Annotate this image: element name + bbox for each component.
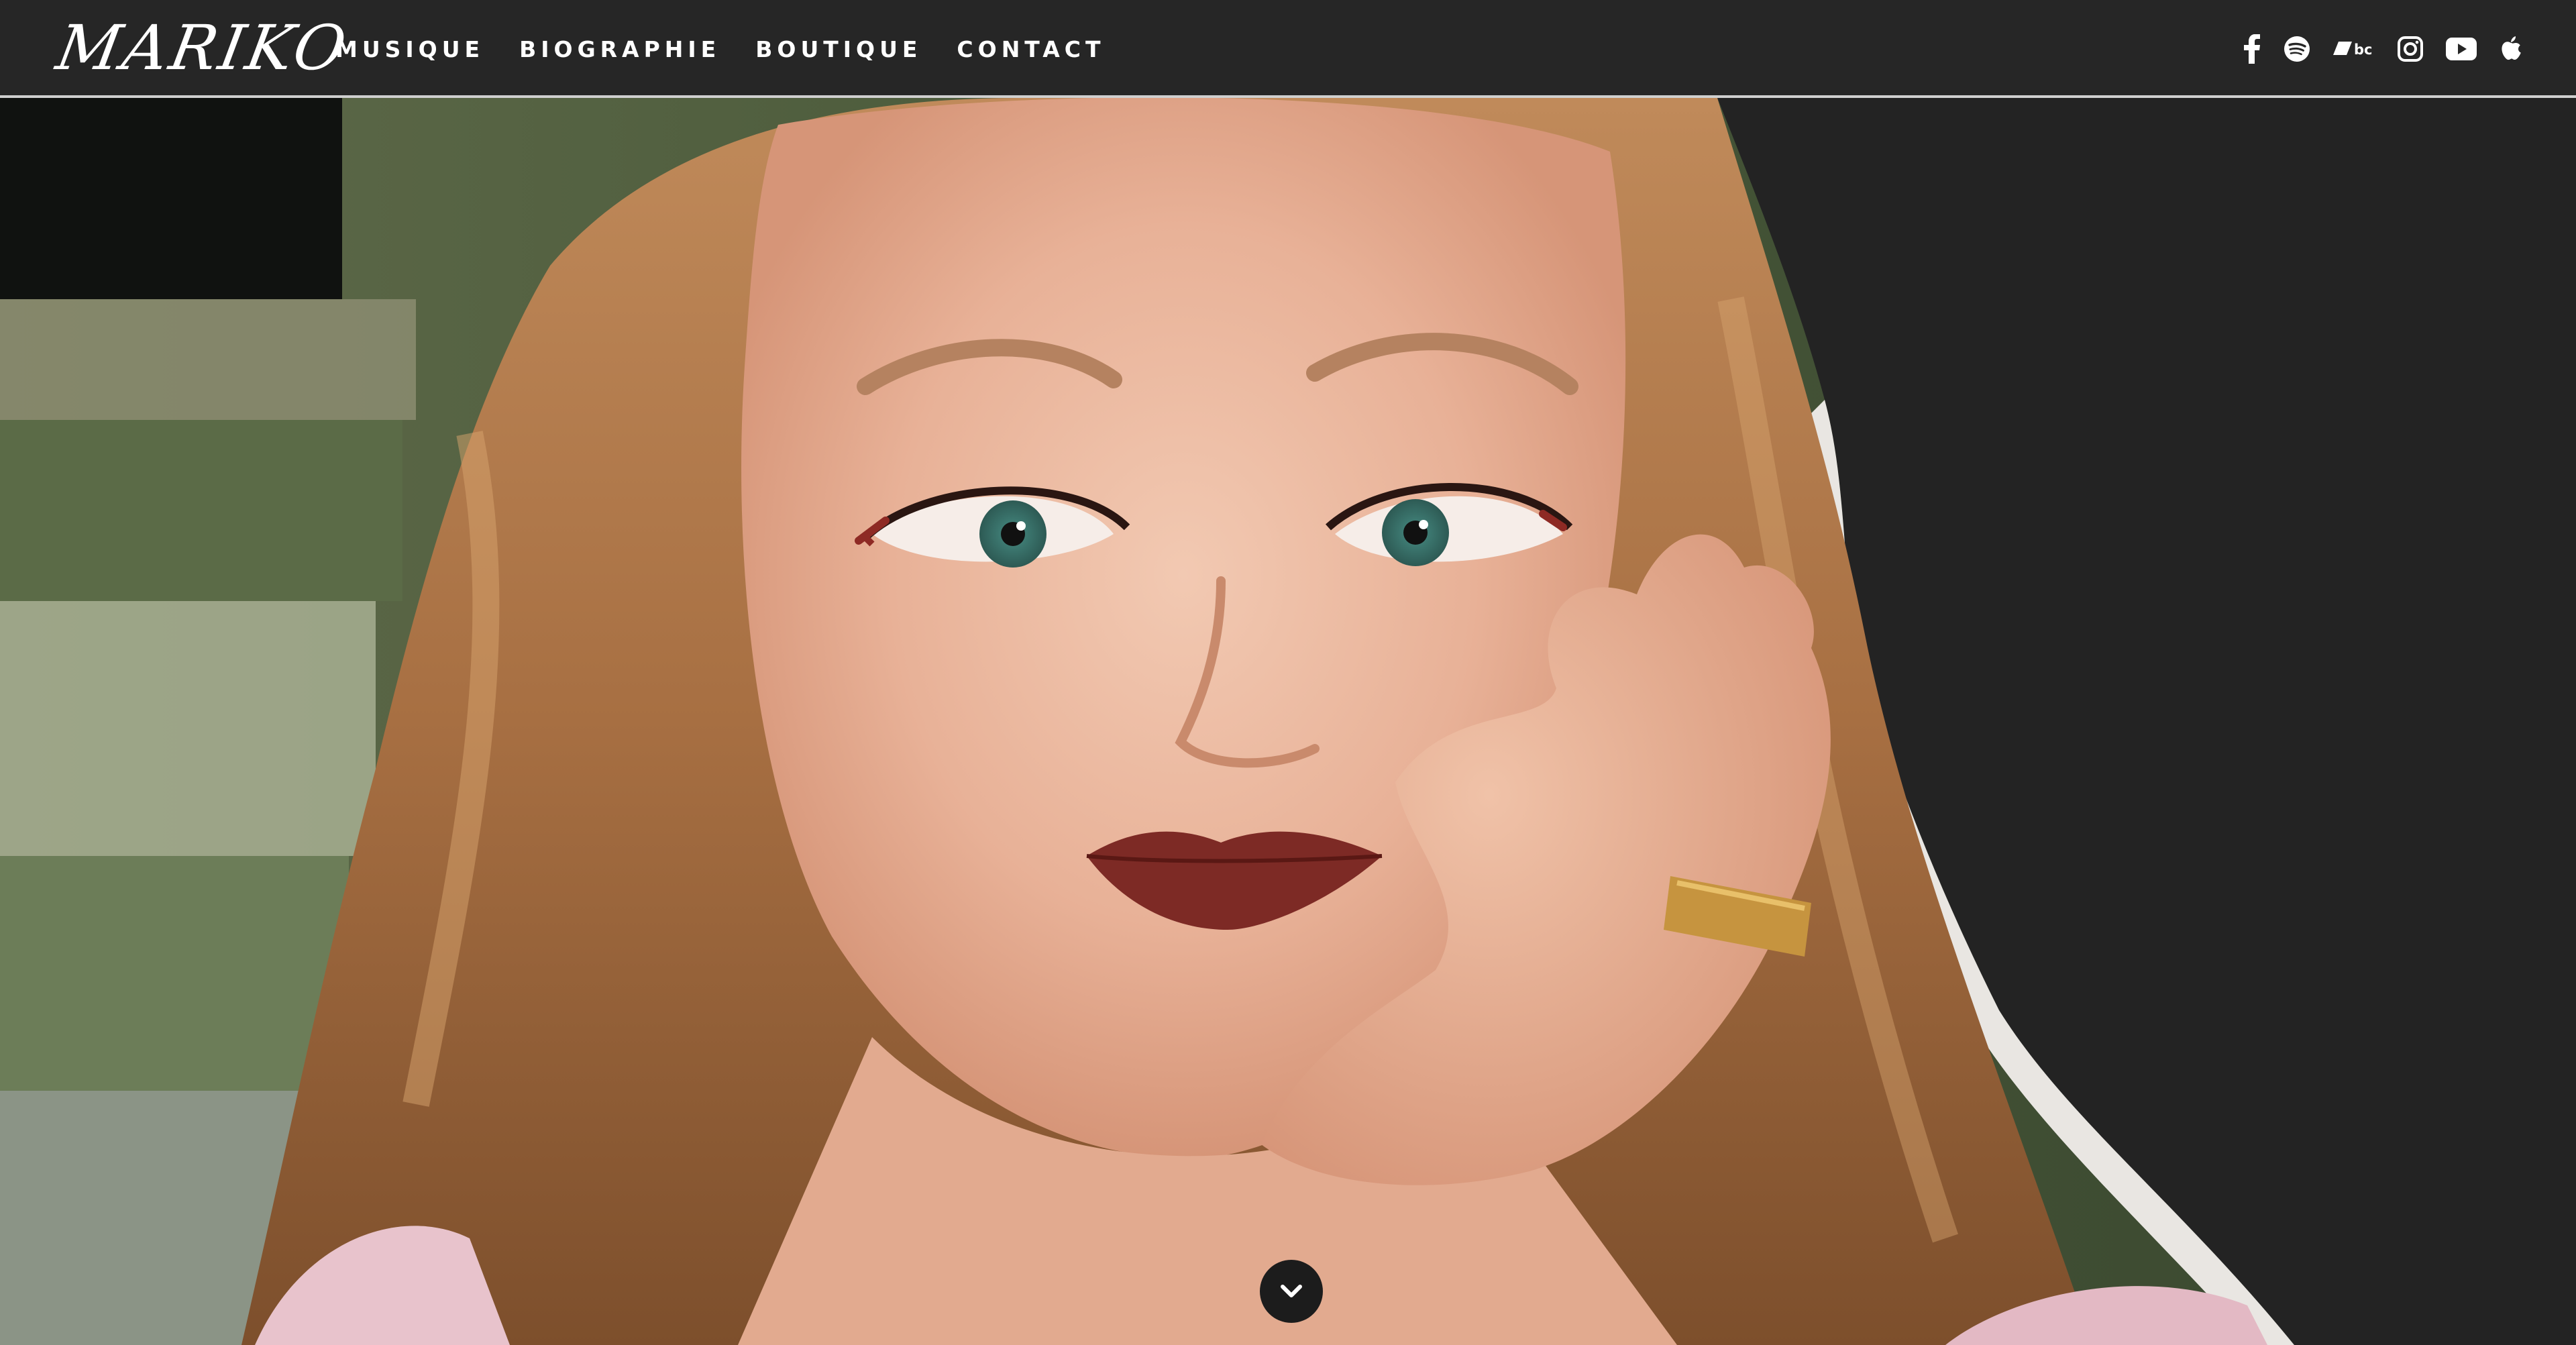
page: MARIKO MUSIQUE BIOGRAPHIE BOUTIQUE CONTA… [0, 0, 2576, 1345]
bandcamp-icon[interactable]: bc [2333, 29, 2375, 69]
scroll-down-button[interactable] [1260, 1260, 1323, 1323]
facebook-icon[interactable] [2243, 29, 2261, 69]
site-header: MARIKO MUSIQUE BIOGRAPHIE BOUTIQUE CONTA… [0, 0, 2576, 98]
chevron-down-icon [1281, 1285, 1302, 1297]
nav-link-contact[interactable]: CONTACT [957, 36, 1105, 62]
nav-link-biographie[interactable]: BIOGRAPHIE [519, 36, 720, 62]
youtube-icon[interactable] [2446, 29, 2477, 69]
social-links: bc [2220, 0, 2522, 98]
nav-link-boutique[interactable]: BOUTIQUE [755, 36, 922, 62]
svg-text:bc: bc [2354, 42, 2372, 58]
main-nav: MUSIQUE BIOGRAPHIE BOUTIQUE CONTACT [335, 0, 1140, 98]
site-logo[interactable]: MARIKO [52, 12, 354, 84]
apple-music-icon[interactable] [2500, 29, 2522, 69]
spotify-icon[interactable] [2284, 29, 2310, 69]
hero-section [0, 98, 2576, 1345]
hero-portrait-photo [0, 98, 2576, 1345]
nav-link-musique[interactable]: MUSIQUE [335, 36, 484, 62]
instagram-icon[interactable] [2398, 29, 2423, 69]
